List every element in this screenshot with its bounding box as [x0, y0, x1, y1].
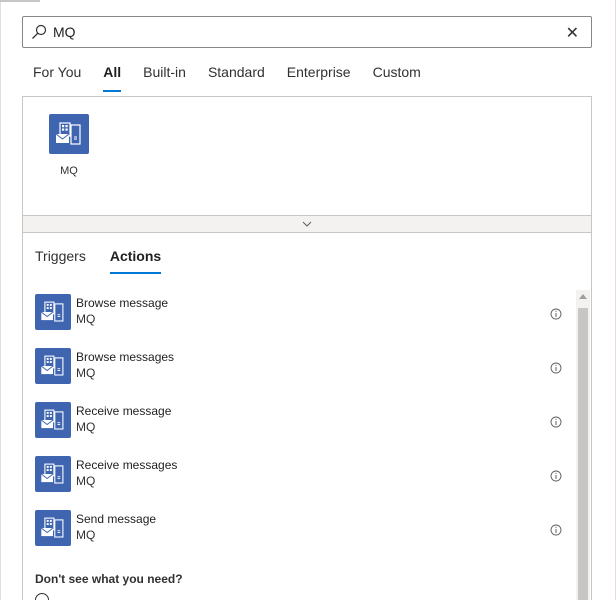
action-name: Browse message	[76, 296, 169, 310]
mq-connector-icon	[35, 348, 71, 384]
mq-connector-icon	[35, 456, 71, 492]
operations-panel: Triggers Actions Browse message MQ Brows…	[22, 232, 592, 600]
search-input[interactable]	[53, 21, 553, 43]
clear-search-icon[interactable]: ✕	[566, 23, 579, 43]
top-edge-tick	[0, 0, 40, 2]
connector-list: MQ	[22, 96, 592, 233]
tab-all[interactable]: All	[92, 62, 132, 92]
scroll-up-icon[interactable]	[579, 294, 587, 299]
tab-triggers[interactable]: Triggers	[23, 244, 98, 274]
info-icon[interactable]	[550, 416, 562, 428]
action-item-browse-message[interactable]: Browse message MQ	[23, 290, 575, 344]
chevron-down-icon	[302, 221, 312, 227]
mq-connector-icon	[35, 510, 71, 546]
search-box[interactable]: ✕	[22, 16, 592, 48]
action-name: Receive message	[76, 404, 172, 418]
action-connector: MQ	[76, 420, 96, 434]
tab-standard[interactable]: Standard	[197, 62, 276, 92]
action-connector: MQ	[76, 528, 96, 542]
mq-connector-icon	[35, 294, 71, 330]
action-connector: MQ	[76, 366, 96, 380]
action-item-browse-messages[interactable]: Browse messages MQ	[23, 344, 575, 398]
help-radio[interactable]	[35, 593, 49, 600]
action-item-send-message[interactable]: Send message MQ	[23, 506, 575, 560]
operation-tabs: Triggers Actions	[23, 244, 173, 274]
tab-custom[interactable]: Custom	[362, 62, 432, 92]
tab-built-in[interactable]: Built-in	[132, 62, 197, 92]
action-name: Receive messages	[76, 458, 178, 472]
info-icon[interactable]	[550, 470, 562, 482]
action-connector: MQ	[76, 312, 96, 326]
tab-enterprise[interactable]: Enterprise	[276, 62, 362, 92]
connector-label: MQ	[60, 165, 78, 177]
action-name: Send message	[76, 512, 157, 526]
info-icon[interactable]	[550, 362, 562, 374]
info-icon[interactable]	[550, 524, 562, 536]
action-item-receive-message[interactable]: Receive message MQ	[23, 398, 575, 452]
action-name: Browse messages	[76, 350, 175, 364]
expand-connectors-button[interactable]	[23, 215, 591, 232]
mq-connector-icon	[49, 114, 89, 154]
connector-tile-mq[interactable]: MQ	[48, 114, 90, 177]
category-tabs: For You All Built-in Standard Enterprise…	[22, 62, 432, 94]
info-icon[interactable]	[550, 308, 562, 320]
dont-see-heading: Don't see what you need?	[35, 572, 183, 586]
search-icon	[32, 24, 47, 39]
action-list: Browse message MQ Browse messages MQ Rec…	[23, 290, 575, 560]
tab-for-you[interactable]: For You	[22, 62, 92, 92]
mq-connector-icon	[35, 402, 71, 438]
action-connector: MQ	[76, 474, 96, 488]
action-list-scrollbar[interactable]	[576, 290, 590, 600]
action-item-receive-messages[interactable]: Receive messages MQ	[23, 452, 575, 506]
scrollbar-thumb[interactable]	[578, 308, 588, 600]
tab-actions[interactable]: Actions	[98, 244, 173, 274]
